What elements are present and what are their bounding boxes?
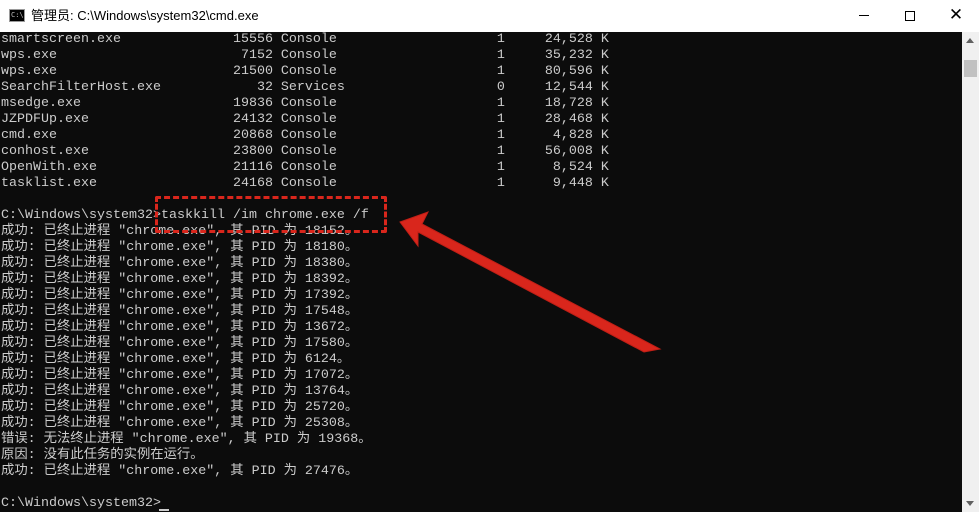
close-button[interactable]: ✕ <box>933 0 979 31</box>
close-icon: ✕ <box>948 5 964 25</box>
console-lines: smartscreen.exe 15556 Console 1 24,528 K… <box>1 32 609 512</box>
console-line: msedge.exe 19836 Console 1 18,728 K <box>1 96 609 111</box>
minimize-button[interactable] <box>841 0 887 31</box>
console-line: tasklist.exe 24168 Console 1 9,448 K <box>1 176 609 191</box>
vertical-scrollbar[interactable] <box>962 32 979 512</box>
console-line: 错误: 无法终止进程 "chrome.exe", 其 PID 为 19368。 <box>1 432 372 447</box>
console-line: JZPDFUp.exe 24132 Console 1 28,468 K <box>1 112 609 127</box>
console-line: 成功: 已终止进程 "chrome.exe", 其 PID 为 25308。 <box>1 416 359 431</box>
console-output[interactable]: smartscreen.exe 15556 Console 1 24,528 K… <box>0 32 962 512</box>
console-line: 成功: 已终止进程 "chrome.exe", 其 PID 为 17548。 <box>1 304 359 319</box>
console-line: 成功: 已终止进程 "chrome.exe", 其 PID 为 18380。 <box>1 256 359 271</box>
chevron-up-icon <box>966 38 974 43</box>
console-line: OpenWith.exe 21116 Console 1 8,524 K <box>1 160 609 175</box>
console-line: 成功: 已终止进程 "chrome.exe", 其 PID 为 27476。 <box>1 464 359 479</box>
console-line: 成功: 已终止进程 "chrome.exe", 其 PID 为 6124。 <box>1 352 351 367</box>
chevron-down-icon <box>966 501 974 506</box>
cmd-icon-text: C:\ <box>11 11 24 19</box>
scroll-thumb[interactable] <box>964 60 977 77</box>
console-line: 成功: 已终止进程 "chrome.exe", 其 PID 为 13672。 <box>1 320 359 335</box>
command-highlight-box <box>155 196 387 233</box>
console-line: 成功: 已终止进程 "chrome.exe", 其 PID 为 17072。 <box>1 368 359 383</box>
maximize-button[interactable] <box>887 0 933 31</box>
console-line: 成功: 已终止进程 "chrome.exe", 其 PID 为 13764。 <box>1 384 359 399</box>
console-line: C:\Windows\system32> <box>1 496 161 511</box>
scroll-up-button[interactable] <box>962 32 979 49</box>
minimize-icon <box>859 15 869 16</box>
text-cursor <box>159 509 169 511</box>
scroll-down-button[interactable] <box>962 495 979 512</box>
maximize-icon <box>905 10 915 21</box>
console-line: wps.exe 7152 Console 1 35,232 K <box>1 48 609 63</box>
title-bar[interactable]: C:\ 管理员: C:\Windows\system32\cmd.exe ✕ <box>0 0 979 33</box>
console-line: 成功: 已终止进程 "chrome.exe", 其 PID 为 18180。 <box>1 240 359 255</box>
console-line: wps.exe 21500 Console 1 80,596 K <box>1 64 609 79</box>
window-title: 管理员: C:\Windows\system32\cmd.exe <box>31 8 259 23</box>
console-line: 成功: 已终止进程 "chrome.exe", 其 PID 为 17392。 <box>1 288 359 303</box>
cmd-icon[interactable]: C:\ <box>9 9 25 22</box>
console-line: cmd.exe 20868 Console 1 4,828 K <box>1 128 609 143</box>
console-line: 成功: 已终止进程 "chrome.exe", 其 PID 为 18392。 <box>1 272 359 287</box>
console-line: 原因: 没有此任务的实例在运行。 <box>1 448 204 463</box>
console-line: 成功: 已终止进程 "chrome.exe", 其 PID 为 25720。 <box>1 400 359 415</box>
console-line: SearchFilterHost.exe 32 Services 0 12,54… <box>1 80 609 95</box>
console-line: 成功: 已终止进程 "chrome.exe", 其 PID 为 17580。 <box>1 336 359 351</box>
console-line: smartscreen.exe 15556 Console 1 24,528 K <box>1 32 609 47</box>
console-line: conhost.exe 23800 Console 1 56,008 K <box>1 144 609 159</box>
